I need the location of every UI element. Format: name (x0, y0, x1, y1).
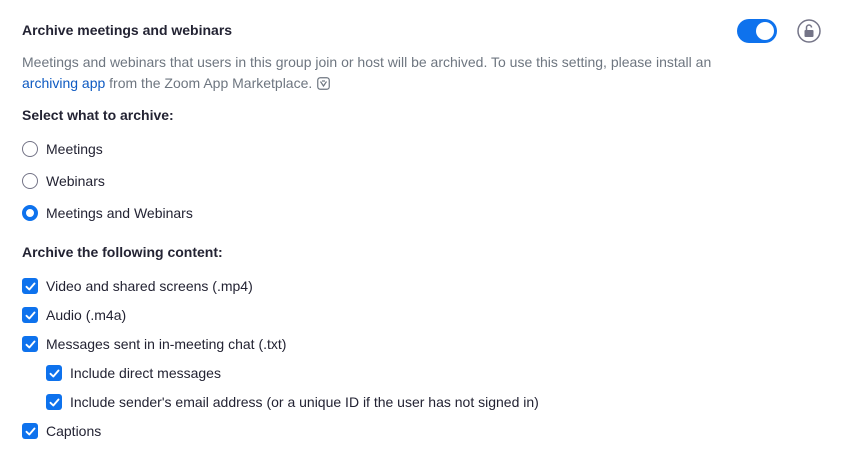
archive-toggle[interactable] (737, 19, 777, 43)
setting-title: Archive meetings and webinars (22, 22, 233, 38)
checkbox[interactable] (22, 307, 38, 323)
checkbox-video[interactable]: Video and shared screens (.mp4) (22, 276, 253, 296)
description-text-end: from the Zoom App Marketplace. (105, 75, 313, 91)
checkbox-direct-messages[interactable]: Include direct messages (46, 363, 221, 383)
checkbox-chat-messages[interactable]: Messages sent in in-meeting chat (.txt) (22, 334, 286, 354)
setting-description: Meetings and webinars that users in this… (22, 52, 742, 94)
checkbox[interactable] (22, 423, 38, 439)
checkbox-label: Include sender's email address (or a uni… (70, 394, 539, 410)
archive-content-label: Archive the following content: (22, 244, 223, 260)
checkbox-label: Messages sent in in-meeting chat (.txt) (46, 336, 287, 352)
external-marketplace-icon[interactable] (317, 75, 331, 90)
checkmark-icon (25, 311, 35, 319)
description-text: Meetings and webinars that users in this… (22, 54, 712, 70)
radio-label: Meetings (46, 141, 103, 157)
radio-button[interactable] (22, 141, 38, 157)
unlock-icon[interactable] (797, 19, 821, 43)
checkbox-captions[interactable]: Captions (22, 421, 101, 441)
checkmark-icon (49, 369, 59, 377)
checkbox-label: Video and shared screens (.mp4) (46, 278, 253, 294)
radio-option-webinars[interactable]: Webinars (22, 171, 105, 191)
checkbox-sender-email[interactable]: Include sender's email address (or a uni… (46, 392, 539, 412)
radio-button[interactable] (22, 173, 38, 189)
checkbox-label: Audio (.m4a) (46, 307, 127, 323)
select-archive-label: Select what to archive: (22, 107, 174, 123)
checkbox[interactable] (22, 278, 38, 294)
radio-label: Webinars (46, 173, 105, 189)
checkbox[interactable] (22, 336, 38, 352)
checkbox[interactable] (46, 365, 62, 381)
radio-label: Meetings and Webinars (46, 205, 193, 221)
checkbox-label: Captions (46, 423, 102, 439)
checkmark-icon (25, 282, 35, 290)
checkmark-icon (25, 340, 35, 348)
archiving-app-link[interactable]: archiving app (22, 75, 105, 91)
checkbox-label: Include direct messages (70, 365, 221, 381)
checkbox-audio[interactable]: Audio (.m4a) (22, 305, 126, 325)
checkmark-icon (25, 427, 35, 435)
checkmark-icon (49, 398, 59, 406)
checkbox[interactable] (46, 394, 62, 410)
toggle-knob (756, 22, 774, 40)
radio-option-meetings[interactable]: Meetings (22, 139, 103, 159)
radio-button-selected[interactable] (22, 205, 38, 221)
radio-option-meetings-and-webinars[interactable]: Meetings and Webinars (22, 203, 193, 223)
